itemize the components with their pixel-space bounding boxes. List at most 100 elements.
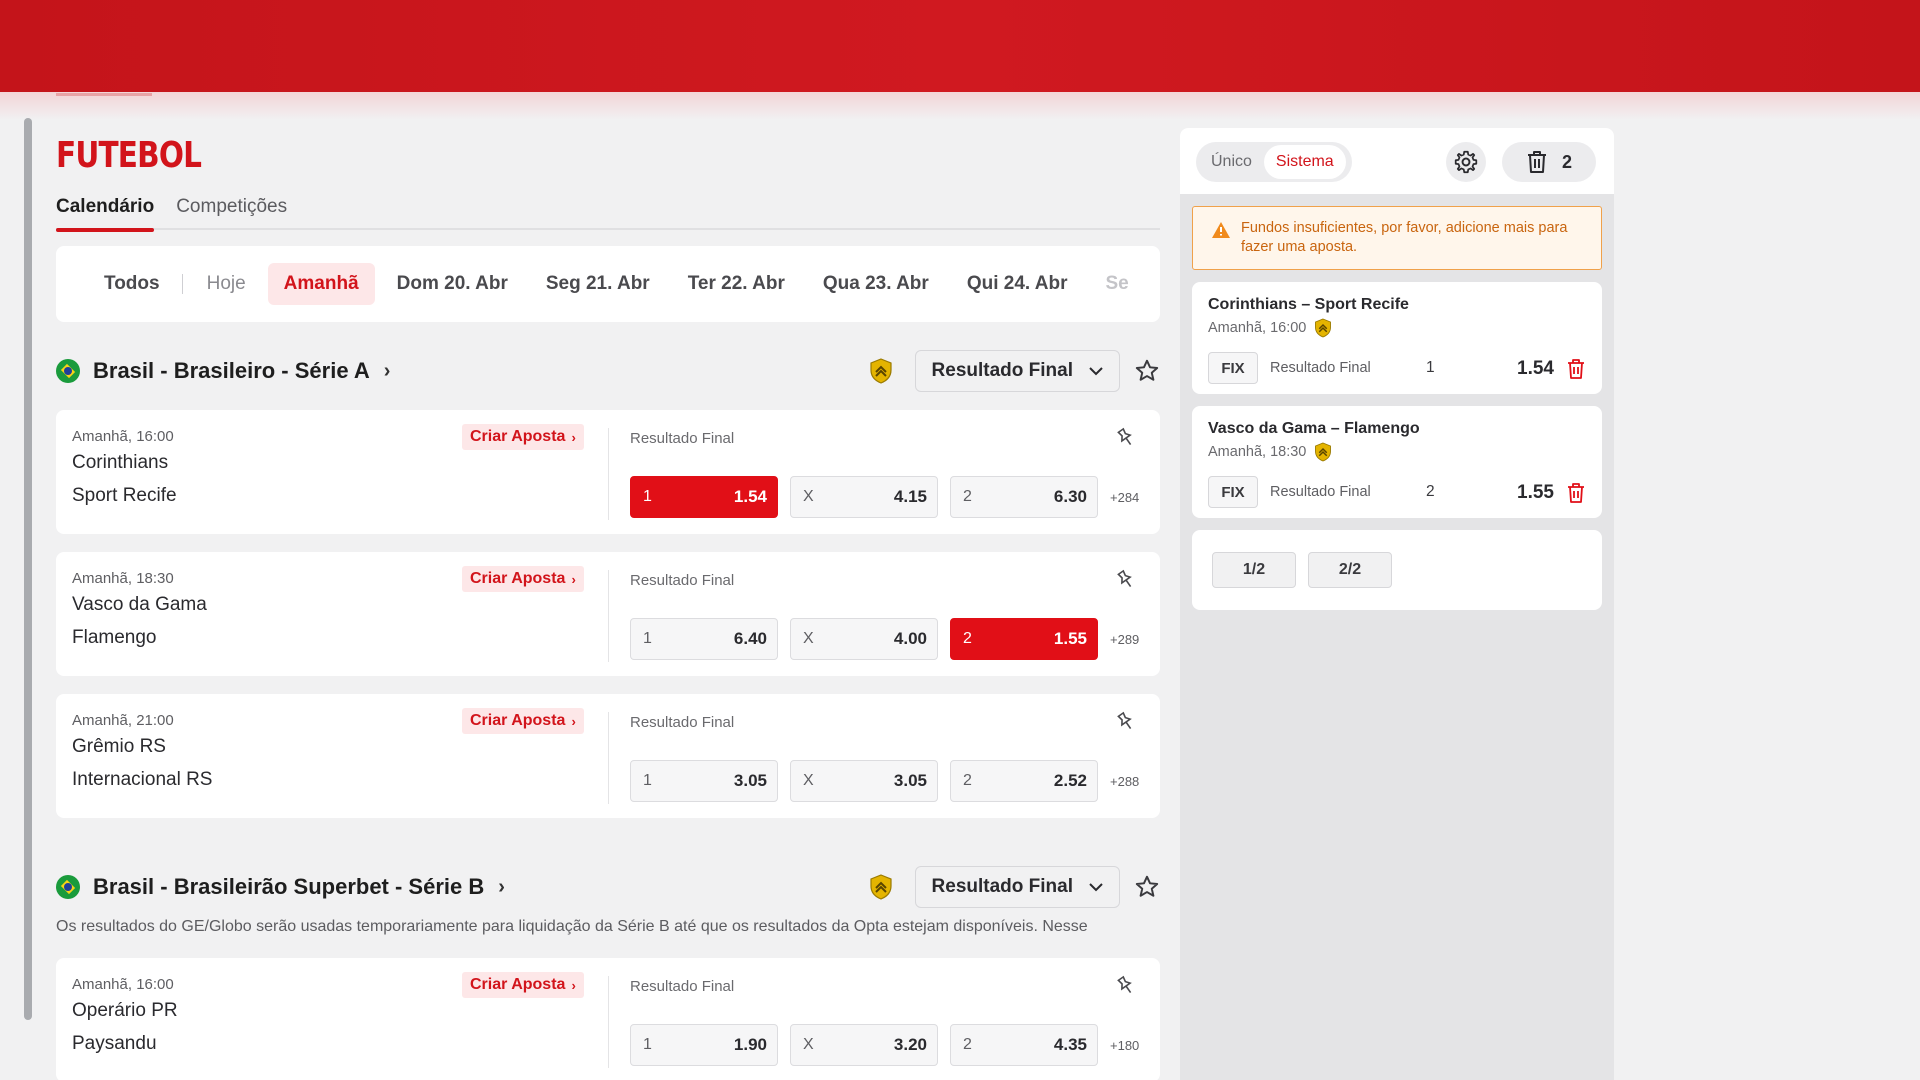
selection-time: Amanhã, 16:00 [1208,318,1332,338]
date-filter-amanha[interactable]: Amanhã [267,263,375,305]
system-option-2-of-2[interactable]: 2/2 [1308,552,1392,588]
star-icon[interactable] [1134,874,1160,900]
date-filter-next-truncated[interactable]: Se [1089,263,1144,305]
chevron-right-icon: › [571,977,576,993]
odd-button-draw[interactable]: X 4.15 [790,476,938,518]
selection-count: 2 [1561,151,1572,172]
odd-value: 1.55 [1053,629,1087,648]
date-filter-qua-23[interactable]: Qua 23. Abr [807,263,945,305]
selection-odd: 1.55 [1517,482,1554,503]
selection-pick: 1 [1426,359,1435,376]
criar-aposta-button[interactable]: Criar Aposta › [462,972,584,998]
fix-toggle[interactable]: FIX [1208,476,1258,508]
warning-icon [1212,222,1230,238]
odd-label: 1 [643,630,652,647]
odd-button-home[interactable]: 1 3.05 [630,760,778,802]
date-filter-dom-20[interactable]: Dom 20. Abr [381,263,524,305]
event-away-team[interactable]: Flamengo [72,627,157,649]
delete-selection-icon[interactable] [1566,358,1586,380]
odd-button-away[interactable]: 2 6.30 [950,476,1098,518]
selection-pick: 2 [1426,483,1435,500]
insufficient-funds-warning: Fundos insuficientes, por favor, adicion… [1192,206,1602,270]
mode-unico[interactable]: Único [1199,145,1264,179]
odd-button-away[interactable]: 2 4.35 [950,1024,1098,1066]
odd-label: X [803,488,814,505]
event-away-team[interactable]: Internacional RS [72,769,212,791]
more-markets-link[interactable]: +289 [1110,632,1139,647]
betslip-panel: Único Sistema 2 Fundos insuficientes, po… [1180,128,1614,1080]
event-market-label: Resultado Final [630,714,735,731]
odd-label: X [803,630,814,647]
date-filter-seg-21[interactable]: Seg 21. Abr [530,263,666,305]
pin-icon[interactable] [1114,568,1138,592]
event-market-label: Resultado Final [630,572,735,589]
criar-aposta-label: Criar Aposta [470,712,566,729]
mode-sistema[interactable]: Sistema [1263,145,1346,179]
event-home-team[interactable]: Operário PR [72,1000,178,1022]
odd-button-draw[interactable]: X 3.20 [790,1024,938,1066]
odd-label: 1 [643,1036,652,1053]
odd-button-away[interactable]: 2 2.52 [950,760,1098,802]
league-name[interactable]: Brasil - Brasileiro - Série A [93,358,370,384]
odd-button-home[interactable]: 1 1.90 [630,1024,778,1066]
market-select[interactable]: Resultado Final [914,866,1120,908]
market-select[interactable]: Resultado Final [914,350,1120,392]
odd-value: 4.00 [893,629,927,648]
odd-button-home[interactable]: 1 1.54 [630,476,778,518]
odd-button-away[interactable]: 2 1.55 [950,618,1098,660]
league-name[interactable]: Brasil - Brasileirão Superbet - Série B [93,874,484,900]
event-home-team[interactable]: Vasco da Gama [72,594,207,616]
league-notice-text: Os resultados do GE/Globo serão usadas t… [56,918,1088,935]
main-content: FUTEBOL Calendário Competições Todos Hoj… [56,120,1160,1080]
star-icon[interactable] [1134,358,1160,384]
odd-value: 3.20 [893,1035,927,1054]
more-markets-link[interactable]: +288 [1110,774,1139,789]
brazil-flag-icon [56,875,80,899]
clear-betslip-button[interactable]: 2 [1502,142,1596,182]
delete-selection-icon[interactable] [1566,482,1586,504]
chevron-right-icon[interactable]: › [384,360,391,383]
date-filter-todos[interactable]: Todos [88,263,176,305]
odd-button-draw[interactable]: X 3.05 [790,760,938,802]
odd-button-draw[interactable]: X 4.00 [790,618,938,660]
event-home-team[interactable]: Corinthians [72,452,168,474]
pin-icon[interactable] [1114,974,1138,998]
criar-aposta-button[interactable]: Criar Aposta › [462,708,584,734]
warning-text: Fundos insuficientes, por favor, adicion… [1241,220,1568,255]
page-scrollbar[interactable] [24,118,32,1020]
superbet-shield-icon [869,358,892,384]
odd-value: 4.35 [1053,1035,1087,1054]
betslip-header: Único Sistema 2 [1180,128,1614,194]
odd-value: 2.52 [1053,771,1087,790]
betslip-selection: Vasco da Gama – Flamengo Amanhã, 18:30 F… [1192,406,1602,518]
chevron-right-icon[interactable]: › [498,876,505,899]
criar-aposta-button[interactable]: Criar Aposta › [462,424,584,450]
odd-label: 1 [643,772,652,789]
gear-icon [1454,150,1478,174]
date-filter-qui-24[interactable]: Qui 24. Abr [951,263,1084,305]
odd-button-home[interactable]: 1 6.40 [630,618,778,660]
odd-value: 4.15 [893,487,927,506]
more-markets-link[interactable]: +284 [1110,490,1139,505]
more-markets-link[interactable]: +180 [1110,1038,1139,1053]
criar-aposta-button[interactable]: Criar Aposta › [462,566,584,592]
odd-label: 1 [643,488,652,505]
pin-icon[interactable] [1114,426,1138,450]
event-away-team[interactable]: Sport Recife [72,485,177,507]
league-header-serie-b: Brasil - Brasileirão Superbet - Série B … [56,862,1160,912]
fix-toggle[interactable]: FIX [1208,352,1258,384]
event-away-team[interactable]: Paysandu [72,1033,157,1055]
header-accent-line [56,93,152,96]
bet-mode-toggle: Único Sistema [1196,142,1352,182]
date-filter-ter-22[interactable]: Ter 22. Abr [672,263,801,305]
settings-button[interactable] [1446,142,1486,182]
tab-calendario[interactable]: Calendário [56,196,155,232]
system-option-1-of-2[interactable]: 1/2 [1212,552,1296,588]
top-header-bar [0,0,1920,92]
tab-competicoes[interactable]: Competições [176,196,287,228]
date-filter-hoje[interactable]: Hoje [191,263,262,305]
event-home-team[interactable]: Grêmio RS [72,736,166,758]
pin-icon[interactable] [1114,710,1138,734]
event-time: Amanhã, 18:30 [72,570,174,587]
chevron-right-icon: › [571,571,576,587]
